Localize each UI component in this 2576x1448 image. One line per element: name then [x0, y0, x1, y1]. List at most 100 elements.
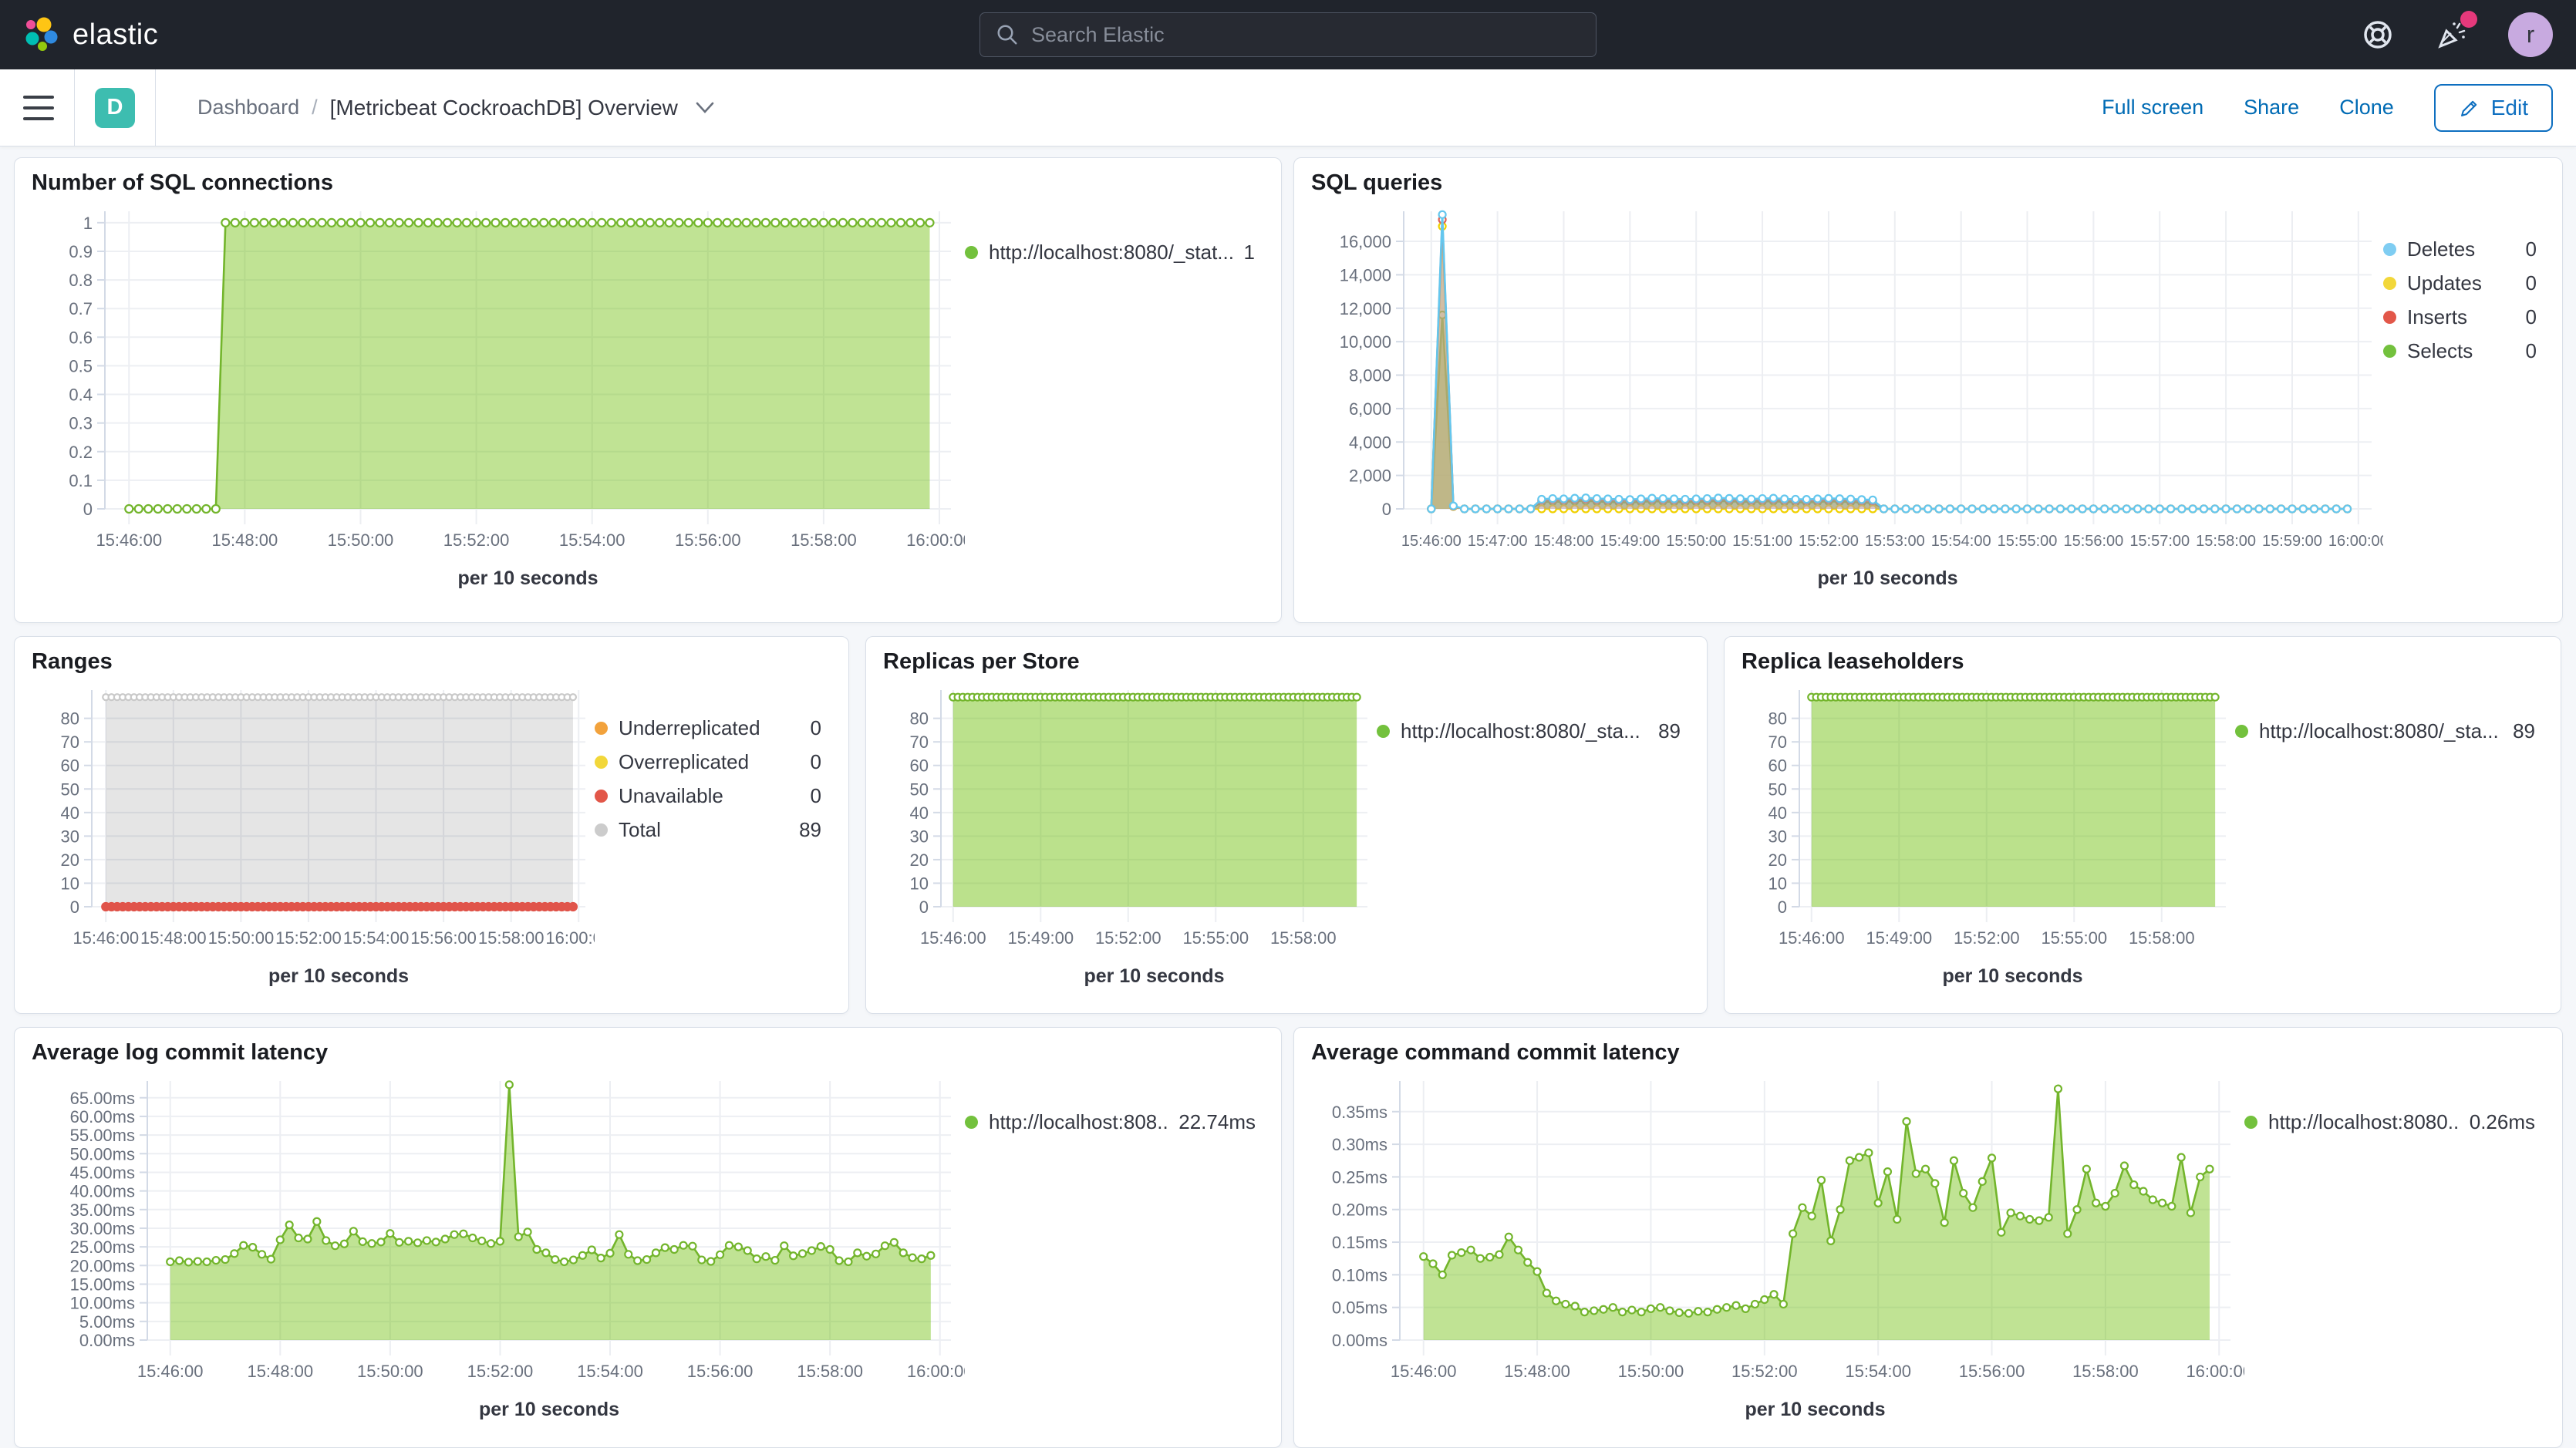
svg-text:55.00ms: 55.00ms	[70, 1126, 135, 1145]
panel-title: Number of SQL connections	[32, 170, 1264, 196]
legend-item[interactable]: Unavailable0	[595, 784, 821, 807]
search-input[interactable]	[1031, 23, 1580, 47]
svg-text:16:00:00: 16:00:00	[545, 928, 595, 948]
legend-value: 0	[2526, 237, 2537, 261]
svg-text:16:00:00: 16:00:00	[906, 530, 965, 550]
legend-value: 1	[1244, 241, 1255, 264]
whats-new-button[interactable]	[2434, 17, 2470, 52]
panel-title: Average log commit latency	[32, 1040, 1264, 1066]
panel-title: Replicas per Store	[883, 649, 1690, 675]
svg-text:15:53:00: 15:53:00	[1865, 533, 1925, 550]
user-avatar[interactable]: r	[2508, 12, 2553, 57]
chart-log-commit-latency[interactable]: 15:46:0015:48:0015:50:0015:52:0015:54:00…	[32, 1070, 965, 1433]
chart-replica-leaseholders[interactable]: 15:46:0015:49:0015:52:0015:55:0015:58:00…	[1741, 679, 2235, 1003]
breadcrumb-separator: /	[312, 96, 318, 120]
legend-label: Underreplicated	[619, 716, 800, 740]
svg-text:15:59:00: 15:59:00	[2262, 533, 2322, 550]
svg-text:10,000: 10,000	[1340, 332, 1391, 352]
svg-text:0.9: 0.9	[69, 242, 93, 261]
svg-text:0.4: 0.4	[69, 386, 93, 405]
page-title: [Metricbeat CockroachDB] Overview	[330, 96, 678, 120]
panel-sql-queries: SQL queries 15:46:0015:47:0015:48:0015:4…	[1293, 157, 2563, 623]
svg-text:8,000: 8,000	[1349, 366, 1391, 386]
chart-ranges[interactable]: 15:46:0015:48:0015:50:0015:52:0015:54:00…	[32, 679, 595, 1003]
svg-text:0: 0	[1778, 897, 1787, 917]
legend-label: Inserts	[2407, 305, 2515, 329]
svg-text:10: 10	[61, 874, 79, 893]
legend-item[interactable]: Selects0	[2383, 339, 2537, 362]
svg-text:15:54:00: 15:54:00	[1931, 533, 1991, 550]
svg-text:10: 10	[1768, 874, 1787, 893]
divider	[155, 69, 156, 146]
svg-text:80: 80	[1768, 709, 1787, 729]
legend-item[interactable]: http://localhost:808...22.74ms	[965, 1110, 1256, 1133]
legend-item[interactable]: http://localhost:8080/_sta...89	[1377, 719, 1681, 743]
series-color-dot	[2383, 277, 2396, 290]
svg-text:per 10 seconds: per 10 seconds	[1942, 965, 2082, 987]
edit-button[interactable]: Edit	[2434, 84, 2553, 132]
svg-text:0.35ms: 0.35ms	[1332, 1103, 1387, 1122]
svg-text:1: 1	[83, 214, 93, 233]
dashboard-toolbar: D Dashboard / [Metricbeat CockroachDB] O…	[0, 69, 2576, 146]
chart-command-commit-latency[interactable]: 15:46:0015:48:0015:50:0015:52:0015:54:00…	[1311, 1070, 2244, 1433]
svg-text:15:58:00: 15:58:00	[2196, 533, 2256, 550]
svg-text:15:48:00: 15:48:00	[212, 530, 278, 550]
svg-text:0.8: 0.8	[69, 271, 93, 290]
legend-item[interactable]: Total89	[595, 818, 821, 841]
breadcrumb-dashboard-link[interactable]: Dashboard	[197, 96, 299, 120]
svg-text:15:52:00: 15:52:00	[275, 928, 342, 948]
chart-sql-connections[interactable]: 15:46:0015:48:0015:50:0015:52:0015:54:00…	[32, 200, 965, 601]
legend-item[interactable]: Updates0	[2383, 271, 2537, 295]
series-color-dot	[965, 1116, 978, 1129]
title-options-button[interactable]	[695, 101, 715, 115]
chart-replicas-per-store[interactable]: 15:46:0015:49:0015:52:0015:55:0015:58:00…	[883, 679, 1377, 1003]
svg-text:0.1: 0.1	[69, 471, 93, 490]
series-color-dot	[595, 756, 608, 769]
legend-item[interactable]: http://localhost:8080/_stat...1	[965, 241, 1255, 264]
svg-text:15:48:00: 15:48:00	[140, 928, 207, 948]
legend-item[interactable]: Underreplicated0	[595, 716, 821, 739]
svg-text:0: 0	[1382, 500, 1391, 519]
svg-text:15:50:00: 15:50:00	[1666, 533, 1726, 550]
chart-sql-queries[interactable]: 15:46:0015:47:0015:48:0015:49:0015:50:00…	[1311, 200, 2383, 601]
svg-text:50: 50	[1768, 780, 1787, 799]
legend-item[interactable]: Overreplicated0	[595, 750, 821, 773]
panel-command-commit-latency: Average command commit latency 15:46:001…	[1293, 1027, 2563, 1448]
svg-text:15:54:00: 15:54:00	[577, 1362, 643, 1381]
chart-legend: Underreplicated0 Overreplicated0 Unavailab…	[595, 679, 826, 841]
svg-text:12,000: 12,000	[1340, 299, 1391, 318]
svg-text:60: 60	[1768, 756, 1787, 776]
elastic-brand[interactable]: elastic	[23, 16, 158, 53]
legend-item[interactable]: Deletes0	[2383, 237, 2537, 261]
full-screen-button[interactable]: Full screen	[2102, 96, 2203, 120]
svg-text:80: 80	[910, 709, 929, 729]
svg-text:0.00ms: 0.00ms	[1332, 1331, 1387, 1350]
svg-text:45.00ms: 45.00ms	[70, 1163, 135, 1182]
svg-text:15.00ms: 15.00ms	[70, 1275, 135, 1294]
svg-text:40: 40	[1768, 803, 1787, 823]
legend-item[interactable]: http://localhost:8080...0.26ms	[2244, 1110, 2535, 1133]
svg-text:0.3: 0.3	[69, 414, 93, 433]
clone-button[interactable]: Clone	[2339, 96, 2394, 120]
chart-legend: Deletes0Updates0Inserts0Selects0	[2383, 200, 2541, 362]
help-button[interactable]	[2360, 17, 2396, 52]
series-color-dot	[595, 790, 608, 803]
svg-text:15:52:00: 15:52:00	[1954, 928, 2020, 948]
svg-text:80: 80	[61, 709, 79, 729]
svg-text:0: 0	[919, 897, 929, 917]
menu-button[interactable]	[23, 96, 54, 120]
svg-text:20: 20	[910, 850, 929, 870]
dashboard-app-badge[interactable]: D	[95, 88, 135, 128]
help-icon	[2361, 18, 2395, 52]
chevron-down-icon	[695, 101, 715, 115]
svg-text:15:48:00: 15:48:00	[247, 1362, 313, 1381]
svg-text:per 10 seconds: per 10 seconds	[268, 965, 409, 987]
series-color-dot	[595, 722, 608, 735]
global-search[interactable]	[979, 12, 1597, 57]
svg-text:20.00ms: 20.00ms	[70, 1256, 135, 1275]
share-button[interactable]: Share	[2244, 96, 2299, 120]
legend-item[interactable]: http://localhost:8080/_sta...89	[2235, 719, 2535, 743]
legend-item[interactable]: Inserts0	[2383, 305, 2537, 328]
svg-text:70: 70	[1768, 732, 1787, 752]
dashboard-grid: Number of SQL connections 15:46:0015:48:…	[0, 146, 2576, 1448]
